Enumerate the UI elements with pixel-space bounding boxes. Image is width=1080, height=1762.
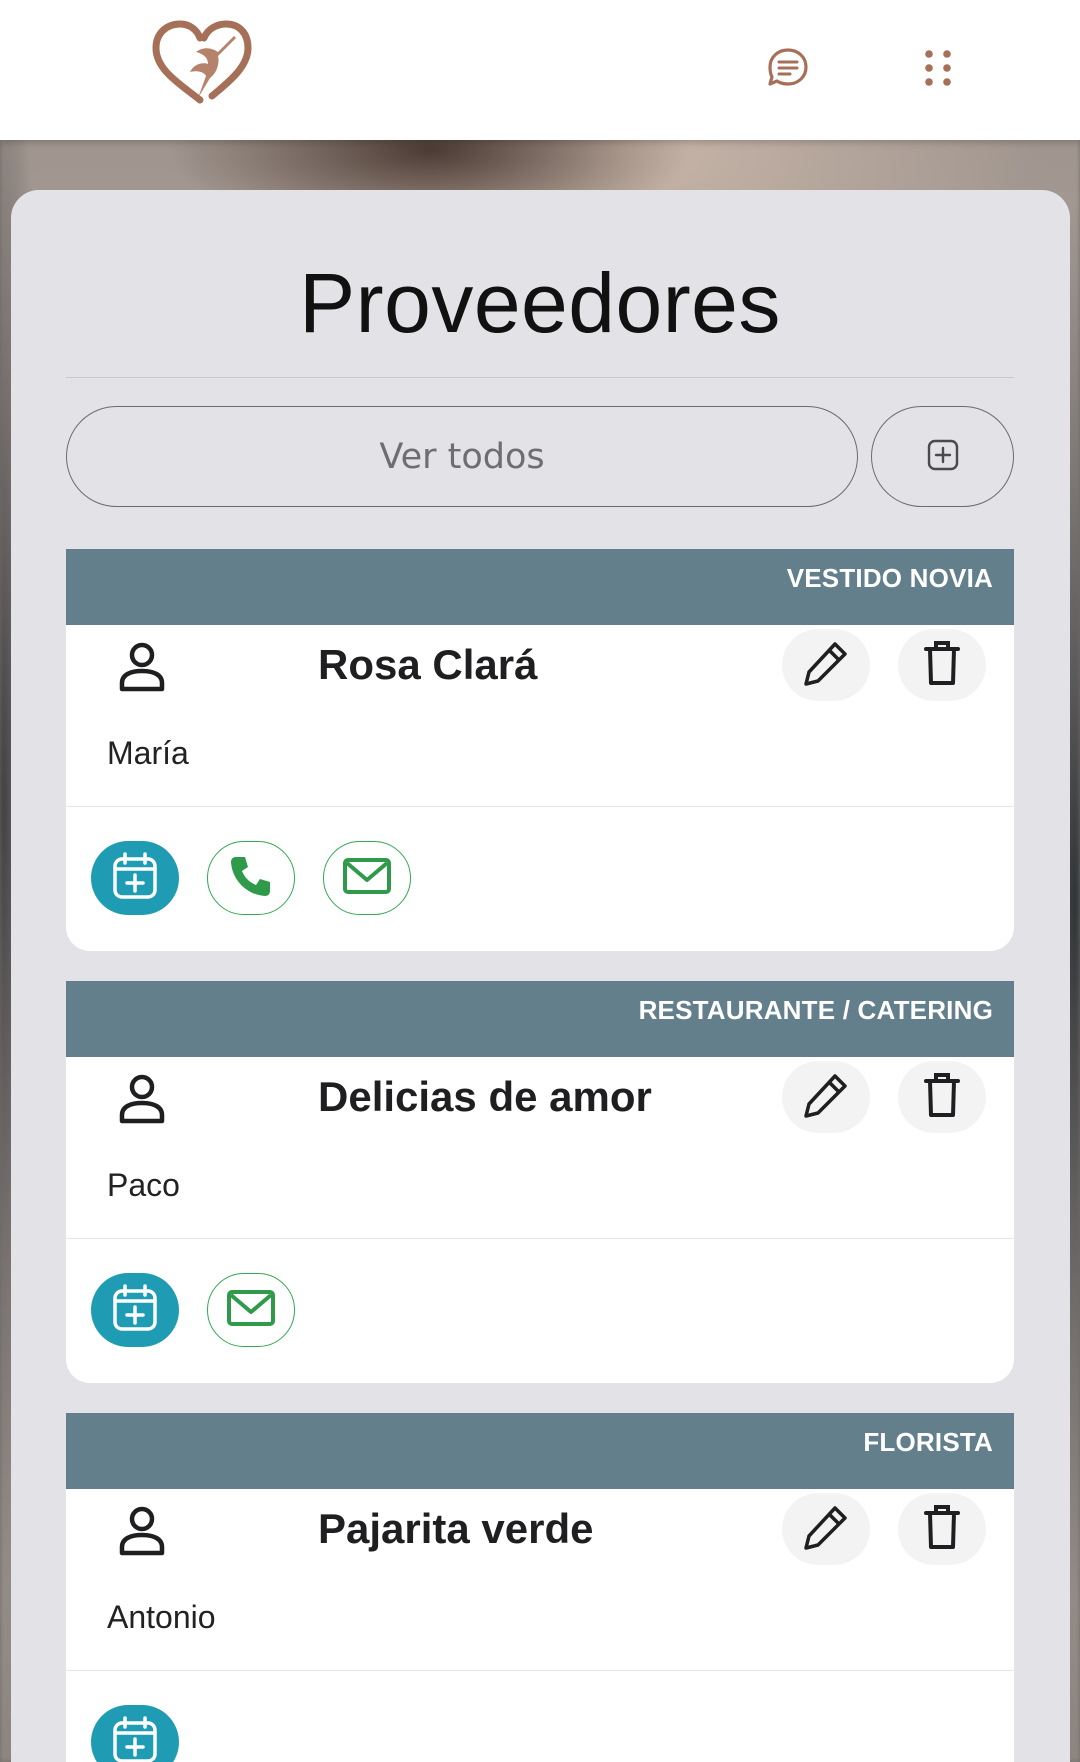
calendar-plus-icon <box>110 1283 160 1337</box>
person-icon <box>114 1503 170 1559</box>
trash-icon <box>922 639 962 691</box>
chat-bubble-icon <box>766 46 810 94</box>
provider-card: FLORISTA Pajarita verde Antonio <box>66 1413 1014 1762</box>
provider-name: Delicias de amor <box>318 1073 652 1120</box>
provider-card: VESTIDO NOVIA Rosa Clará María <box>66 549 1014 951</box>
person-icon <box>114 639 170 695</box>
delete-button[interactable] <box>898 1493 986 1565</box>
add-event-button[interactable] <box>91 1273 179 1347</box>
provider-name: Pajarita verde <box>318 1505 594 1552</box>
add-event-button[interactable] <box>91 1705 179 1762</box>
hummingbird-heart-logo[interactable] <box>150 18 254 110</box>
provider-card-body: Delicias de amor Paco <box>66 1057 1014 1383</box>
contact-name: Antonio <box>107 1599 216 1635</box>
app-header <box>0 0 1080 140</box>
provider-card-body: Pajarita verde Antonio <box>66 1489 1014 1762</box>
dots-grid-icon <box>923 48 953 92</box>
mail-icon <box>226 1288 276 1332</box>
provider-card-body: Rosa Clará María <box>66 625 1014 951</box>
edit-button[interactable] <box>782 1493 870 1565</box>
calendar-plus-icon <box>110 851 160 905</box>
apps-menu-button[interactable] <box>912 44 964 96</box>
view-all-button[interactable]: Ver todos <box>66 406 858 507</box>
provider-category: RESTAURANTE / CATERING <box>66 981 1014 1057</box>
trash-icon <box>922 1503 962 1555</box>
chat-button[interactable] <box>762 44 814 96</box>
title-divider <box>66 377 1014 378</box>
phone-icon <box>228 853 274 903</box>
edit-button[interactable] <box>782 1061 870 1133</box>
call-button[interactable] <box>207 841 295 915</box>
edit-button[interactable] <box>782 629 870 701</box>
delete-button[interactable] <box>898 1061 986 1133</box>
delete-button[interactable] <box>898 629 986 701</box>
page-title: Proveedores <box>299 256 781 350</box>
provider-category: FLORISTA <box>66 1413 1014 1489</box>
pencil-icon <box>801 1502 851 1556</box>
provider-category: VESTIDO NOVIA <box>66 549 1014 625</box>
plus-square-icon <box>926 438 960 476</box>
contact-name: Paco <box>107 1167 180 1203</box>
add-provider-button[interactable] <box>871 406 1014 507</box>
calendar-plus-icon <box>110 1715 160 1762</box>
pencil-icon <box>801 638 851 692</box>
trash-icon <box>922 1071 962 1123</box>
contact-name: María <box>107 735 189 771</box>
add-event-button[interactable] <box>91 841 179 915</box>
email-button[interactable] <box>323 841 411 915</box>
mail-icon <box>342 856 392 900</box>
pencil-icon <box>801 1070 851 1124</box>
provider-card: RESTAURANTE / CATERING Delicias de amor <box>66 981 1014 1383</box>
email-button[interactable] <box>207 1273 295 1347</box>
provider-name: Rosa Clará <box>318 641 538 688</box>
person-icon <box>114 1071 170 1127</box>
